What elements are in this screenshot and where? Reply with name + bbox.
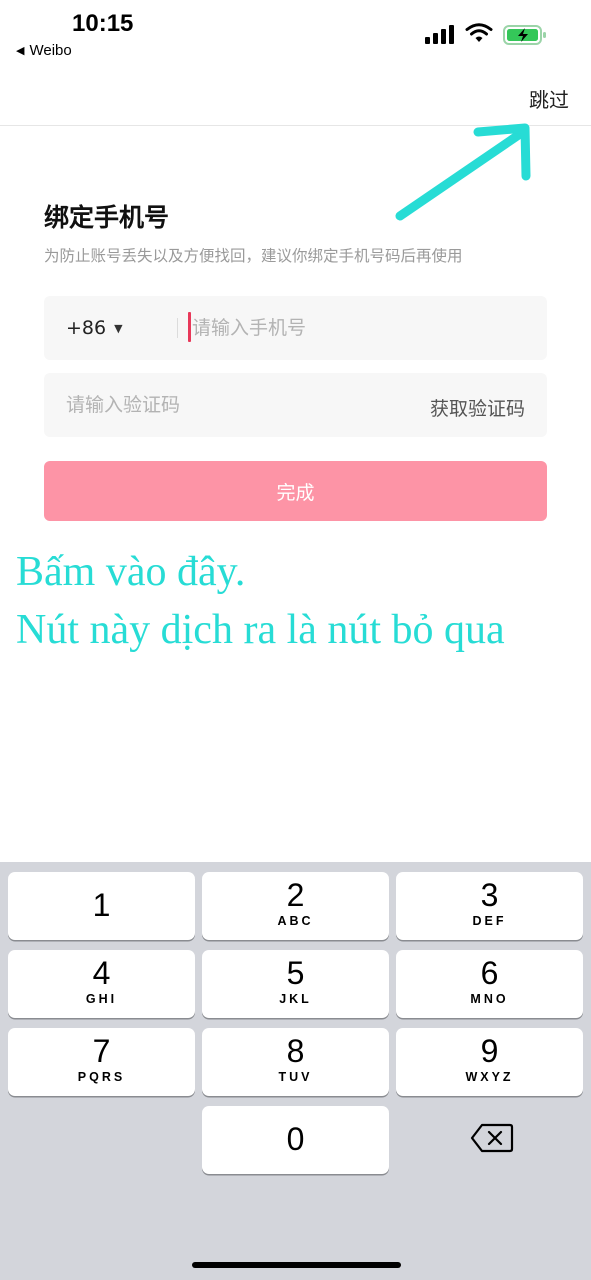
key-digit: 2 [286, 877, 305, 913]
caret-down-icon: ▼ [114, 321, 123, 335]
verification-code-input[interactable] [66, 389, 396, 421]
key-digit: 6 [480, 955, 499, 991]
key-letters: DEF [472, 914, 507, 928]
skip-button[interactable]: 跳过 [529, 84, 569, 113]
key-digit: 7 [92, 1033, 111, 1069]
page-subtitle: 为防止账号丢失以及方便找回，建议你绑定手机号码后再使用 [44, 247, 463, 265]
key-9[interactable]: 9 WXYZ [396, 1028, 583, 1096]
phone-input[interactable] [192, 312, 522, 344]
cellular-signal-icon [425, 24, 454, 44]
key-letters: JKL [279, 992, 312, 1006]
key-digit: 8 [286, 1033, 305, 1069]
key-5[interactable]: 5 JKL [202, 950, 389, 1018]
country-code-label: +86 [66, 317, 107, 339]
key-0[interactable]: 0 [202, 1106, 389, 1174]
key-2[interactable]: 2 ABC [202, 872, 389, 940]
annotation-line-2: Nút này dịch ra là nút bỏ qua [16, 607, 505, 653]
key-7[interactable]: 7 PQRS [8, 1028, 195, 1096]
page-title: 绑定手机号 [44, 203, 170, 232]
key-letters: ABC [277, 914, 314, 928]
wifi-icon [465, 23, 493, 42]
key-digit: 3 [480, 877, 499, 913]
back-to-app-button[interactable]: ◀ Weibo [16, 42, 72, 59]
key-digit: 0 [286, 1121, 305, 1157]
home-indicator[interactable] [192, 1262, 401, 1268]
key-digit: 1 [92, 887, 111, 923]
status-bar: 10:15 ◀ Weibo [0, 0, 591, 70]
battery-charging-icon [503, 25, 546, 45]
phone-field: +86 ▼ [44, 296, 547, 360]
key-letters: PQRS [77, 1070, 126, 1084]
key-letters: WXYZ [465, 1070, 514, 1084]
status-time: 10:15 [72, 10, 134, 37]
key-3[interactable]: 3 DEF [396, 872, 583, 940]
key-letters: MNO [470, 992, 509, 1006]
arrow-up-right-icon [395, 123, 531, 221]
country-code-selector[interactable]: +86 ▼ [66, 317, 123, 339]
key-8[interactable]: 8 TUV [202, 1028, 389, 1096]
text-cursor [188, 312, 191, 342]
key-6[interactable]: 6 MNO [396, 950, 583, 1018]
key-1[interactable]: 1 [8, 872, 195, 940]
key-4[interactable]: 4 GHI [8, 950, 195, 1018]
backspace-icon[interactable] [470, 1122, 514, 1154]
back-app-label: Weibo [29, 42, 72, 59]
field-divider [177, 318, 178, 338]
get-code-button[interactable]: 获取验证码 [430, 394, 525, 421]
key-letters: TUV [278, 1070, 313, 1084]
annotation-line-1: Bấm vào đây. [16, 549, 246, 595]
key-digit: 5 [286, 955, 305, 991]
verification-code-field: 获取验证码 [44, 373, 547, 437]
key-digit: 9 [480, 1033, 499, 1069]
key-digit: 4 [92, 955, 111, 991]
done-button[interactable]: 完成 [44, 461, 547, 521]
back-triangle-icon: ◀ [16, 45, 25, 57]
key-letters: GHI [85, 992, 118, 1006]
